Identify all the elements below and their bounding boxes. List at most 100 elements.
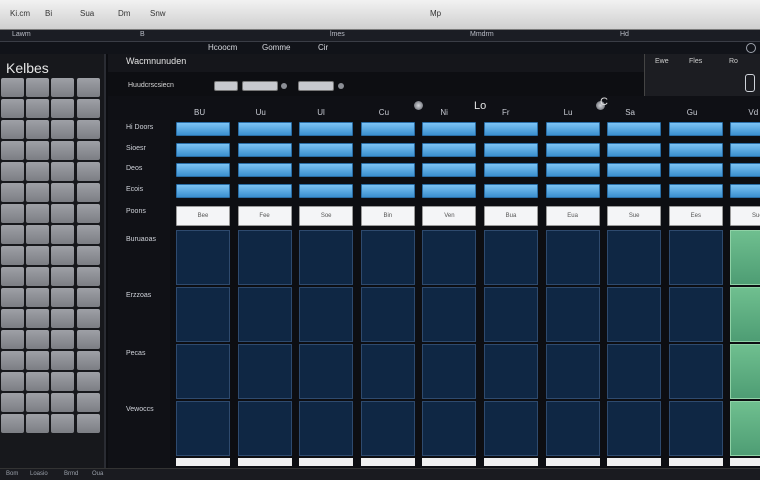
drum-pad[interactable]: [76, 266, 100, 286]
control-button[interactable]: [214, 81, 238, 91]
slot-button[interactable]: Sue: [607, 206, 662, 226]
drum-pad[interactable]: [76, 245, 100, 265]
drum-pad[interactable]: [26, 266, 50, 286]
clip-slot[interactable]: [299, 401, 354, 456]
drum-pad[interactable]: [1, 161, 24, 181]
drum-pad[interactable]: [76, 140, 100, 160]
drum-pad[interactable]: [1, 245, 24, 265]
send-button[interactable]: [607, 183, 662, 198]
clip-slot[interactable]: [360, 230, 415, 285]
send-button[interactable]: [422, 183, 477, 198]
meter-icon[interactable]: [745, 74, 755, 92]
control-button[interactable]: [242, 81, 278, 91]
column-header[interactable]: BU: [194, 108, 205, 117]
send-button[interactable]: [360, 163, 415, 177]
clip-slot[interactable]: [545, 401, 600, 456]
drum-pad[interactable]: [26, 350, 50, 370]
drum-pad[interactable]: [51, 350, 75, 370]
stop-button[interactable]: [607, 458, 662, 466]
menu-item[interactable]: Dm: [118, 9, 130, 18]
menu-item[interactable]: Bi: [45, 9, 52, 18]
title-item[interactable]: lmes: [330, 31, 345, 38]
drum-pad[interactable]: [51, 78, 75, 97]
clip-slot[interactable]: [730, 344, 760, 399]
clip-slot[interactable]: [668, 401, 723, 456]
drum-pad[interactable]: [51, 329, 75, 349]
send-button[interactable]: [668, 163, 723, 177]
drum-pad[interactable]: [51, 119, 75, 139]
clip-slot[interactable]: [668, 230, 723, 285]
drum-pad[interactable]: [1, 98, 24, 118]
column-header[interactable]: Lu: [564, 108, 573, 117]
clip-slot[interactable]: [176, 287, 230, 342]
drum-pad[interactable]: [26, 308, 50, 328]
send-button[interactable]: [730, 183, 760, 198]
slot-button[interactable]: Sue: [730, 206, 760, 226]
drum-pad[interactable]: [51, 98, 75, 118]
drum-pad[interactable]: [26, 119, 50, 139]
send-button[interactable]: [668, 142, 723, 157]
clip-slot[interactable]: [668, 344, 723, 399]
column-header[interactable]: Fr: [502, 108, 510, 117]
send-button[interactable]: [422, 163, 477, 177]
drum-pad[interactable]: [1, 203, 24, 223]
drum-pad[interactable]: [26, 98, 50, 118]
send-button[interactable]: [299, 183, 354, 198]
send-button[interactable]: [237, 142, 292, 157]
drum-pad[interactable]: [26, 329, 50, 349]
drum-pad[interactable]: [51, 182, 75, 202]
drum-pad[interactable]: [51, 224, 75, 244]
send-button[interactable]: [730, 142, 760, 157]
title-item[interactable]: Lawm: [12, 31, 31, 38]
menu-item[interactable]: Sua: [80, 9, 94, 18]
drum-pad[interactable]: [51, 161, 75, 181]
slot-button[interactable]: Eua: [545, 206, 600, 226]
drum-pad[interactable]: [1, 392, 24, 412]
menu-item[interactable]: Mp: [430, 9, 441, 18]
drum-pad[interactable]: [1, 119, 24, 139]
drum-pad[interactable]: [1, 329, 24, 349]
send-button[interactable]: [484, 122, 538, 136]
stop-button[interactable]: [730, 458, 760, 466]
drum-pad[interactable]: [76, 308, 100, 328]
control-dot-icon[interactable]: [338, 83, 344, 89]
send-button[interactable]: [299, 142, 354, 157]
send-button[interactable]: [484, 163, 538, 177]
drum-pad[interactable]: [76, 350, 100, 370]
clip-slot[interactable]: [299, 344, 354, 399]
drum-pad[interactable]: [76, 182, 100, 202]
send-button[interactable]: [237, 122, 292, 136]
drum-pad[interactable]: [51, 203, 75, 223]
clip-slot[interactable]: [360, 401, 415, 456]
tab-item[interactable]: Gomme: [262, 43, 290, 52]
send-button[interactable]: [730, 122, 760, 136]
drum-pad[interactable]: [26, 224, 50, 244]
send-button[interactable]: [422, 122, 477, 136]
drum-pad[interactable]: [76, 392, 100, 412]
drum-pad[interactable]: [1, 78, 24, 97]
clip-slot[interactable]: [176, 401, 230, 456]
clip-slot[interactable]: [730, 230, 760, 285]
send-button[interactable]: [299, 122, 354, 136]
clip-slot[interactable]: [237, 287, 292, 342]
clip-slot[interactable]: [176, 230, 230, 285]
send-button[interactable]: [360, 142, 415, 157]
drum-pad[interactable]: [26, 371, 50, 391]
slot-button[interactable]: Bin: [360, 206, 415, 226]
drum-pad[interactable]: [26, 161, 50, 181]
clip-slot[interactable]: [607, 287, 662, 342]
send-button[interactable]: [668, 183, 723, 198]
drum-pad[interactable]: [1, 182, 24, 202]
send-button[interactable]: [607, 163, 662, 177]
drum-pad[interactable]: [51, 140, 75, 160]
clip-slot[interactable]: [484, 344, 538, 399]
drum-pad[interactable]: [76, 224, 100, 244]
drum-pad[interactable]: [76, 287, 100, 307]
drum-pad[interactable]: [26, 182, 50, 202]
clip-slot[interactable]: [422, 401, 477, 456]
clip-slot[interactable]: [237, 230, 292, 285]
clip-slot[interactable]: [237, 401, 292, 456]
clip-slot[interactable]: [607, 230, 662, 285]
control-dot-icon[interactable]: [281, 83, 287, 89]
column-header[interactable]: Uu: [256, 108, 266, 117]
